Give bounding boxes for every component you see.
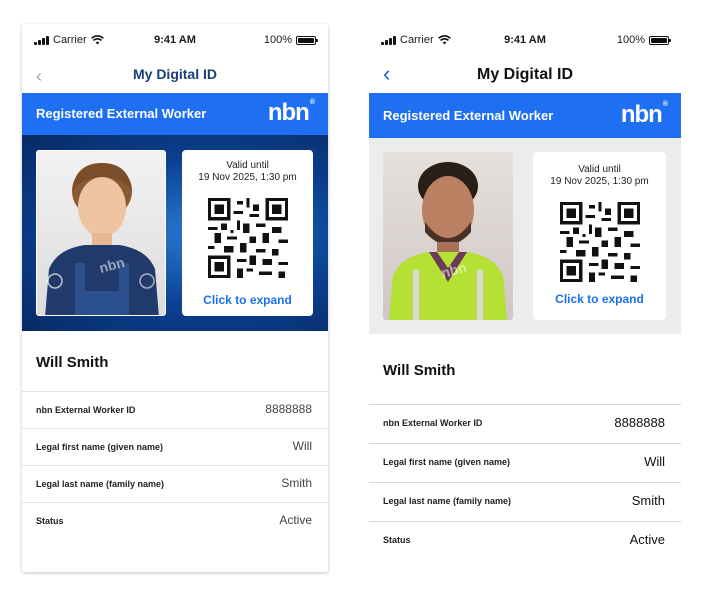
detail-row-last-name: Legal last name (family name) Smith (22, 466, 328, 503)
details-list: nbn External Worker ID 8888888 Legal fir… (369, 404, 681, 561)
detail-value: 8888888 (614, 415, 665, 430)
phone-screen-left: Carrier 9:41 AM 100% ‹ My Digital ID Reg… (22, 24, 328, 572)
qr-code (559, 202, 640, 282)
detail-value: Smith (631, 493, 665, 508)
detail-value: Active (629, 532, 665, 547)
valid-until-label: Valid until (578, 164, 621, 175)
detail-value: Will (644, 454, 665, 469)
detail-label: Status (36, 516, 64, 526)
id-card-body: nbn Valid until 19 Nov 2025, 1:30 pm Cli… (22, 135, 328, 331)
status-bar: Carrier 9:41 AM 100% (22, 24, 328, 56)
worker-name: Will Smith (383, 362, 456, 379)
detail-label: Legal first name (given name) (383, 457, 511, 467)
page-title: My Digital ID (132, 66, 217, 82)
battery-percent: 100% (263, 34, 292, 46)
battery-group: 100% (616, 34, 671, 46)
qr-code-card[interactable]: Valid until 19 Nov 2025, 1:30 pm Click t… (182, 150, 313, 316)
detail-value: Active (279, 513, 312, 527)
battery-group: 100% (263, 34, 318, 46)
detail-row-first-name: Legal first name (given name) Will (22, 429, 328, 466)
nav-bar: ‹ My Digital ID (22, 60, 328, 92)
page-title: My Digital ID (476, 66, 573, 83)
detail-row-last-name: Legal last name (family name) Smith (369, 483, 681, 522)
battery-percent: 100% (616, 34, 645, 46)
detail-label: nbn External Worker ID (36, 405, 136, 415)
detail-label: Legal last name (family name) (36, 479, 165, 489)
detail-value: Smith (281, 476, 312, 490)
detail-row-worker-id: nbn External Worker ID 8888888 (369, 405, 681, 444)
phone-screen-right: Carrier 9:41 AM 100% ‹ My Digital ID Reg… (369, 24, 681, 572)
qr-code-card[interactable]: Valid until 19 Nov 2025, 1:30 pm Click t… (533, 152, 666, 320)
detail-value: Will (292, 439, 312, 453)
detail-label: Legal first name (given name) (36, 442, 164, 452)
card-label: Registered External Worker (383, 108, 554, 123)
detail-label: Status (383, 535, 411, 545)
valid-until-date: 19 Nov 2025, 1:30 pm (198, 172, 297, 183)
nbn-logo: nbn® (267, 99, 315, 126)
qr-code (207, 198, 288, 278)
person-portrait-icon (45, 163, 159, 315)
worker-photo: nbn (36, 150, 166, 316)
click-to-expand-link[interactable]: Click to expand (533, 292, 666, 306)
detail-value: 8888888 (265, 402, 312, 416)
status-bar: Carrier 9:41 AM 100% (369, 24, 681, 56)
valid-until-label: Valid until (226, 160, 269, 171)
card-header: Registered External Worker nbn® (22, 93, 328, 135)
detail-label: nbn External Worker ID (383, 418, 483, 428)
id-card-body: nbn Valid until 19 Nov 2025, 1:30 pm Cli… (369, 138, 681, 334)
nbn-logo: nbn® (620, 101, 668, 128)
worker-name: Will Smith (36, 354, 109, 371)
detail-row-status: Status Active (22, 503, 328, 540)
detail-row-worker-id: nbn External Worker ID 8888888 (22, 392, 328, 429)
valid-until-date: 19 Nov 2025, 1:30 pm (550, 176, 649, 187)
battery-icon (649, 35, 671, 45)
detail-row-first-name: Legal first name (given name) Will (369, 444, 681, 483)
click-to-expand-link[interactable]: Click to expand (182, 293, 313, 307)
card-header: Registered External Worker nbn® (369, 93, 681, 138)
detail-row-status: Status Active (369, 522, 681, 561)
worker-photo: nbn (383, 152, 513, 320)
details-list: nbn External Worker ID 8888888 Legal fir… (22, 391, 328, 540)
detail-label: Legal last name (family name) (383, 496, 512, 506)
card-label: Registered External Worker (36, 106, 207, 121)
nav-bar: ‹ My Digital ID (369, 60, 681, 92)
battery-icon (296, 35, 318, 45)
person-portrait-icon (389, 162, 507, 320)
